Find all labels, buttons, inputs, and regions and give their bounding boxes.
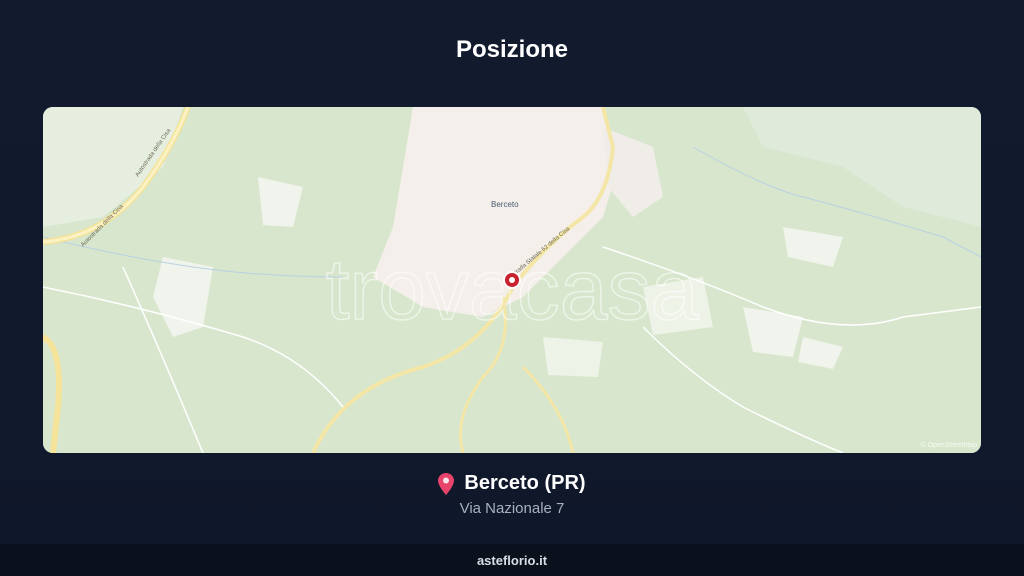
footer-site[interactable]: asteflorio.it (477, 553, 547, 568)
watermark: trovacasa (326, 242, 699, 338)
location-heading: Berceto (PR) (0, 472, 1024, 495)
map-marker-icon[interactable] (503, 271, 521, 289)
clearing (543, 337, 603, 377)
map[interactable]: Berceto Autostrada della Cisa Autostrada… (43, 107, 981, 453)
map-canvas[interactable]: Berceto Autostrada della Cisa Autostrada… (43, 107, 981, 453)
location-address: Via Nazionale 7 (459, 500, 565, 517)
location-name: Berceto (PR) (464, 472, 586, 494)
town-label: Berceto (491, 200, 519, 209)
pin-icon (438, 472, 455, 495)
page-title: Posizione (455, 36, 569, 63)
map-attribution[interactable]: © OpenStreetMap (920, 441, 977, 449)
footer: asteflorio.it (0, 544, 1024, 576)
